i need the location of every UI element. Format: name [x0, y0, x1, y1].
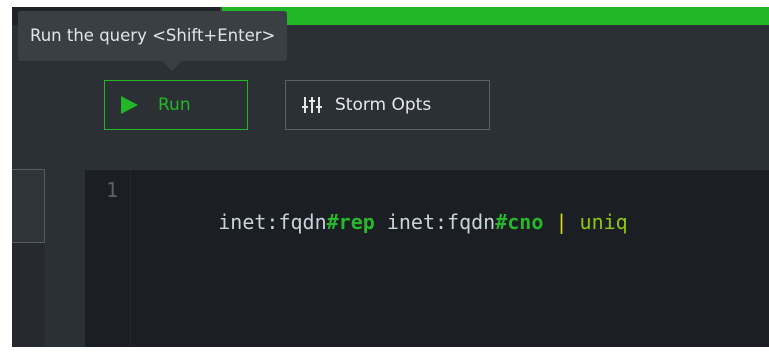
run-button-label: Run [158, 95, 191, 115]
storm-opts-button[interactable]: Storm Opts [285, 80, 490, 130]
storm-query-panel: Run the query <Shift+Enter> Run Storm Op… [12, 7, 769, 347]
code-token-tag: #cno [495, 210, 544, 234]
tooltip-arrow [162, 61, 182, 71]
side-panel [12, 243, 45, 347]
play-icon [121, 96, 138, 114]
line-number: 1 [105, 178, 118, 202]
run-query-tooltip: Run the query <Shift+Enter> [18, 11, 288, 61]
code-token-command: uniq [579, 210, 628, 234]
side-panel-tab[interactable] [12, 169, 45, 243]
top-bar-progress-indicator [222, 7, 769, 25]
run-button[interactable]: Run [104, 80, 248, 130]
line-number-gutter: 1 [85, 170, 131, 347]
query-editor[interactable]: 1 inet:fqdn#rep inet:fqdn#cno | uniq [85, 170, 769, 347]
code-token-form: inet:fqdn [218, 210, 327, 234]
code-line[interactable]: inet:fqdn#rep inet:fqdn#cno | uniq [146, 174, 628, 270]
code-token-tag: #rep [326, 210, 375, 234]
code-token-form: inet:fqdn [374, 210, 496, 234]
sliders-icon [302, 97, 322, 113]
storm-opts-label: Storm Opts [335, 95, 432, 115]
code-token-pipe: | [555, 210, 568, 234]
